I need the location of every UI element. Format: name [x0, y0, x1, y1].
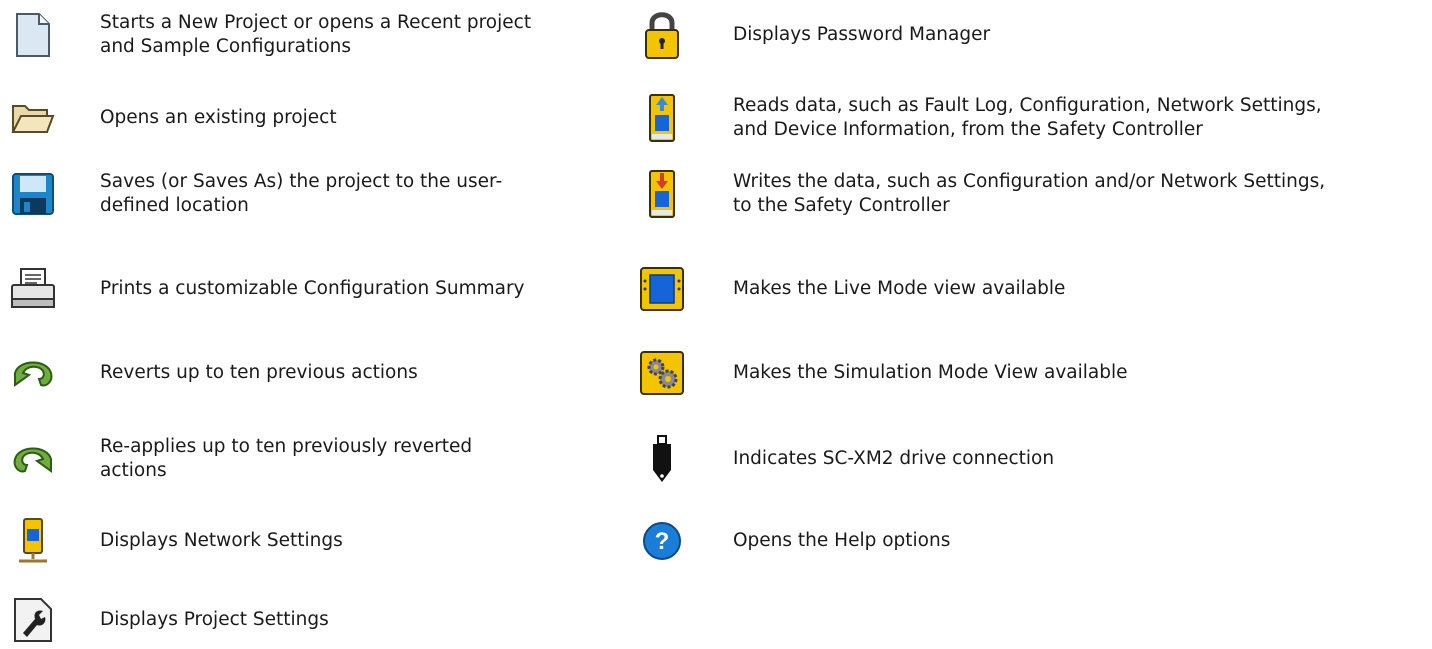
open-folder-icon: [8, 93, 58, 143]
drive-connection-desc: Indicates SC-XM2 drive connection: [733, 448, 1055, 469]
help-desc: Opens the Help options: [733, 530, 951, 551]
row-open-project: Opens an existing project: [8, 93, 610, 143]
project-settings-icon: [8, 595, 58, 645]
row-undo: Reverts up to ten previous actions: [8, 348, 610, 398]
network-settings-icon: [8, 516, 58, 566]
live-mode-desc: Makes the Live Mode view available: [733, 278, 1066, 299]
print-desc: Prints a customizable Configuration Summ…: [100, 278, 525, 299]
svg-text:?: ?: [655, 528, 670, 555]
undo-arrow-icon: [8, 348, 58, 398]
simulation-gears-icon: [637, 348, 687, 398]
printer-icon: [8, 264, 58, 314]
redo-desc-line2: actions: [100, 460, 167, 481]
project-settings-desc: Displays Project Settings: [100, 609, 329, 630]
row-simulation-mode: Makes the Simulation Mode View available: [637, 348, 1432, 398]
row-print: Prints a customizable Configuration Summ…: [8, 264, 610, 314]
row-password-manager: Displays Password Manager: [637, 10, 1432, 60]
undo-desc: Reverts up to ten previous actions: [100, 362, 418, 383]
save-disk-icon: [8, 169, 58, 219]
padlock-icon: [637, 10, 687, 60]
write-desc-line1: Writes the data, such as Configuration a…: [733, 171, 1326, 192]
read-desc-line1: Reads data, such as Fault Log, Configura…: [733, 95, 1322, 116]
row-write-controller: Writes the data, such as Configuration a…: [637, 169, 1432, 219]
simulation-mode-desc: Makes the Simulation Mode View available: [733, 362, 1128, 383]
row-live-mode: Makes the Live Mode view available: [637, 264, 1432, 314]
read-desc-line2: and Device Information, from the Safety …: [733, 119, 1203, 140]
row-save-project: Saves (or Saves As) the project to the u…: [8, 169, 610, 219]
redo-desc-line1: Re-applies up to ten previously reverted: [100, 436, 473, 457]
row-read-controller: Reads data, such as Fault Log, Configura…: [637, 93, 1432, 143]
network-settings-desc: Displays Network Settings: [100, 530, 343, 551]
row-help: ? Opens the Help options: [637, 516, 1432, 566]
write-desc-line2: to the Safety Controller: [733, 195, 950, 216]
row-drive-connection: Indicates SC-XM2 drive connection: [637, 434, 1432, 484]
row-project-settings: Displays Project Settings: [8, 595, 610, 645]
new-project-icon: [8, 10, 58, 60]
redo-arrow-icon: [8, 434, 58, 484]
new-project-desc-line1: Starts a New Project or opens a Recent p…: [100, 12, 532, 33]
row-network-settings: Displays Network Settings: [8, 516, 610, 566]
open-project-desc: Opens an existing project: [100, 107, 337, 128]
save-desc-line2: defined location: [100, 195, 249, 216]
help-icon: ?: [637, 516, 687, 566]
live-mode-icon: [637, 264, 687, 314]
row-new-project: Starts a New Project or opens a Recent p…: [8, 10, 610, 60]
row-redo: Re-applies up to ten previously reverted…: [8, 434, 610, 484]
write-to-controller-icon: [637, 169, 687, 219]
password-manager-desc: Displays Password Manager: [733, 24, 991, 45]
read-from-controller-icon: [637, 93, 687, 143]
save-desc-line1: Saves (or Saves As) the project to the u…: [100, 171, 503, 192]
usb-drive-icon: [637, 434, 687, 484]
new-project-desc-line2: and Sample Configurations: [100, 36, 352, 57]
